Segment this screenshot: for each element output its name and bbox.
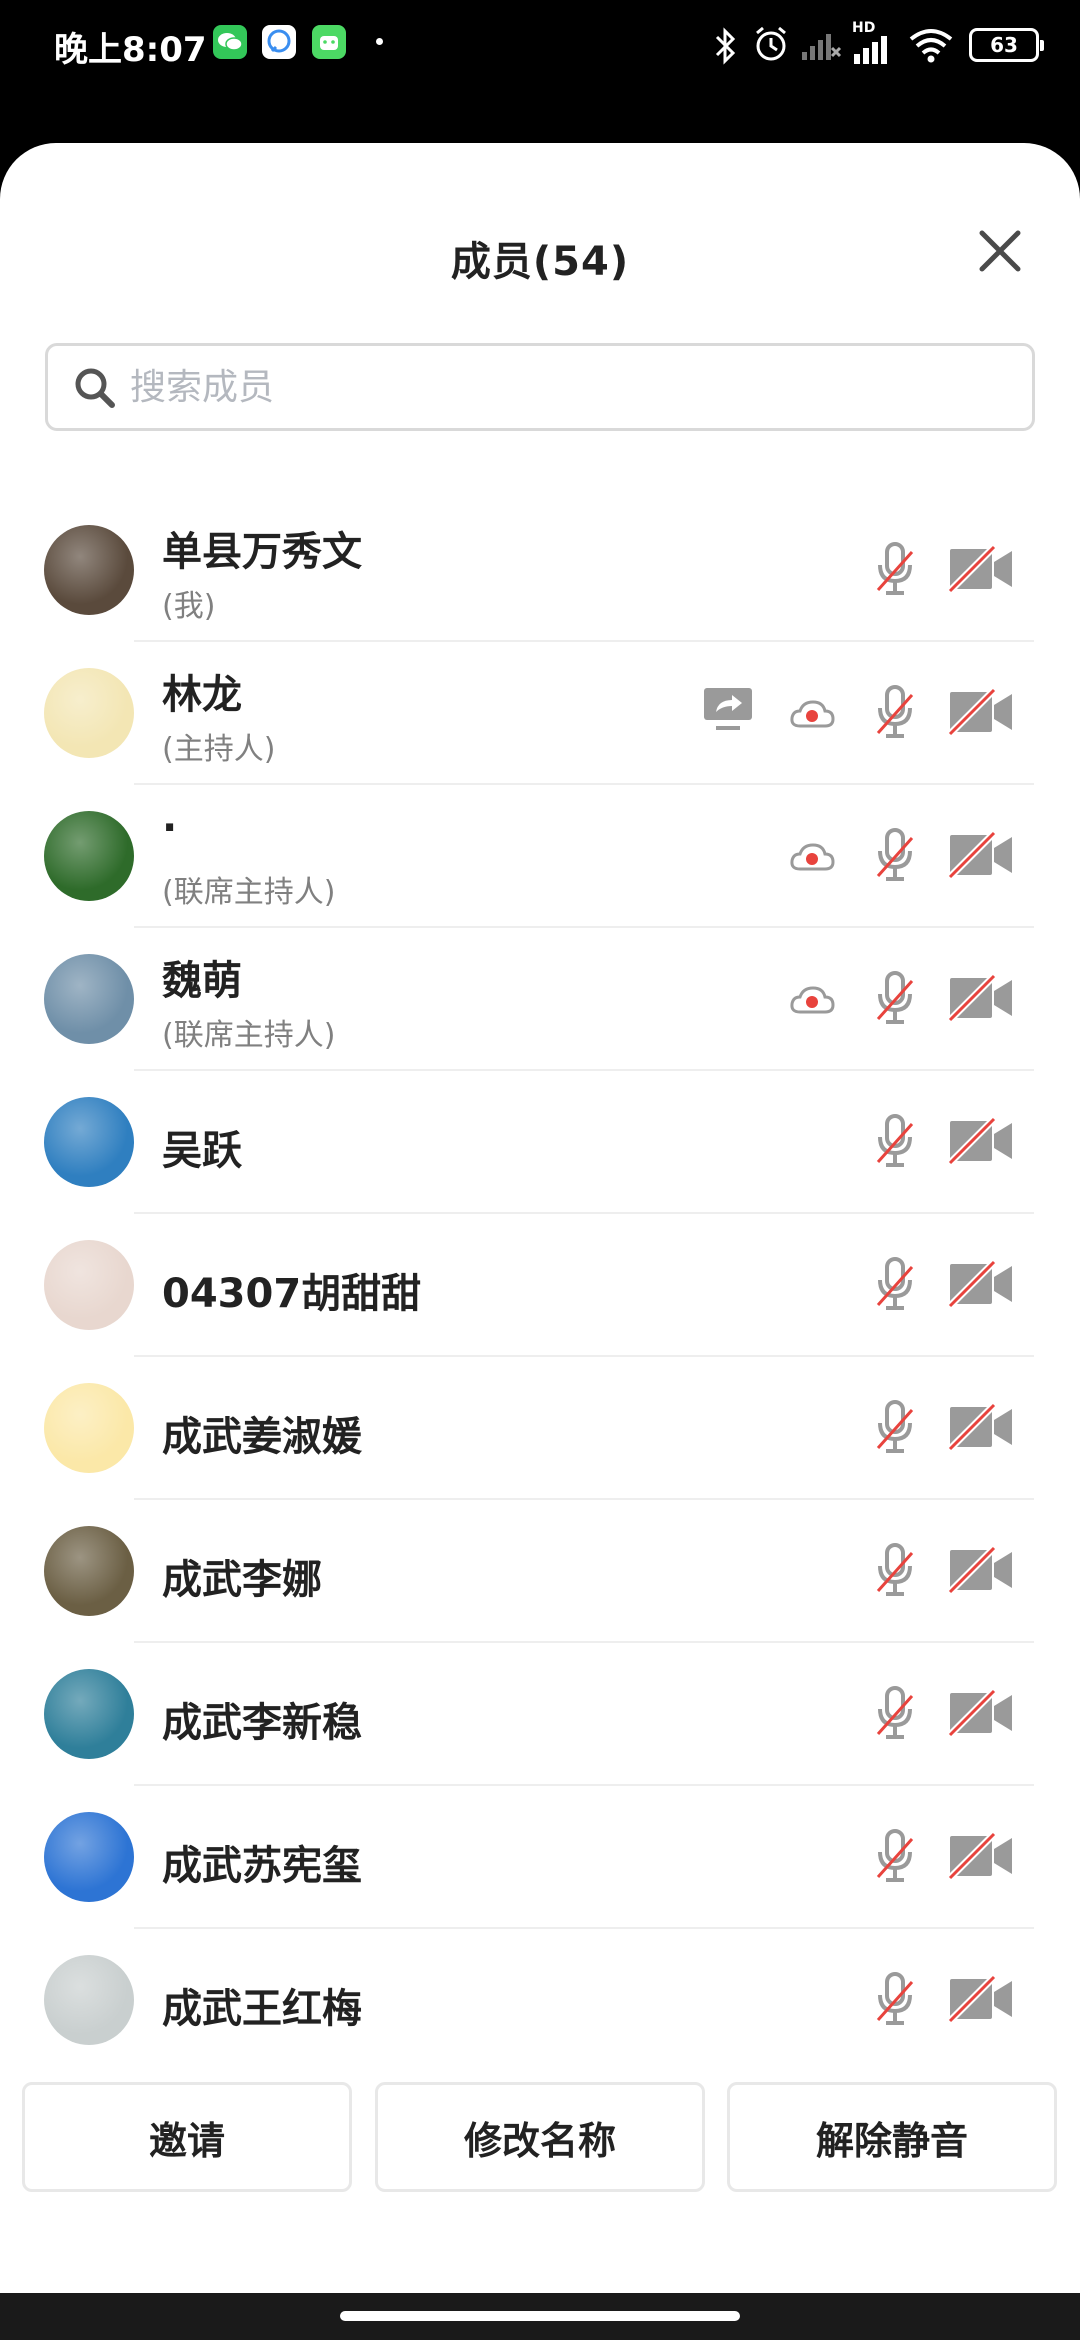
camera-off-icon[interactable] bbox=[947, 544, 1014, 597]
avatar bbox=[44, 1669, 134, 1759]
unmute-all-button[interactable]: 解除静音 bbox=[727, 2082, 1057, 2192]
mic-muted-icon[interactable] bbox=[874, 1256, 916, 1316]
mic-muted-icon[interactable] bbox=[874, 1542, 916, 1602]
battery-icon: 63 bbox=[969, 28, 1044, 62]
avatar bbox=[44, 954, 134, 1044]
camera-off-icon[interactable] bbox=[947, 1688, 1014, 1741]
mic-muted-icon[interactable] bbox=[874, 827, 916, 887]
search-icon bbox=[75, 368, 115, 408]
wifi-icon bbox=[909, 29, 953, 63]
camera-off-icon[interactable] bbox=[947, 1831, 1014, 1884]
mic-muted-icon[interactable] bbox=[874, 1828, 916, 1888]
avatar bbox=[44, 1812, 134, 1902]
mic-muted-icon[interactable] bbox=[874, 1113, 916, 1173]
member-role: (主持人) bbox=[162, 732, 276, 767]
wechat-icon bbox=[213, 25, 247, 59]
avatar bbox=[44, 1097, 134, 1187]
cloud-record-icon[interactable] bbox=[789, 841, 835, 877]
camera-off-icon[interactable] bbox=[947, 1974, 1014, 2027]
avatar bbox=[44, 1955, 134, 2045]
camera-off-icon[interactable] bbox=[947, 1545, 1014, 1598]
member-row[interactable]: 成武李新稳 bbox=[0, 1643, 1080, 1786]
app-icon bbox=[312, 25, 346, 59]
page-title: 成员(54) bbox=[450, 239, 630, 285]
member-row[interactable]: · (联席主持人) bbox=[0, 785, 1080, 928]
search-input[interactable] bbox=[130, 366, 990, 408]
member-name: 成武苏宪玺 bbox=[162, 1843, 362, 1889]
screen-share-icon[interactable] bbox=[702, 686, 754, 736]
member-role: (联席主持人) bbox=[162, 875, 336, 910]
member-role: (联席主持人) bbox=[162, 1018, 336, 1053]
alarm-icon bbox=[756, 26, 786, 61]
camera-off-icon[interactable] bbox=[947, 1402, 1014, 1455]
member-row[interactable]: 林龙 (主持人) bbox=[0, 642, 1080, 785]
signal-icon bbox=[854, 36, 887, 64]
camera-off-icon[interactable] bbox=[947, 687, 1014, 740]
camera-off-icon[interactable] bbox=[947, 1116, 1014, 1169]
mic-muted-icon[interactable] bbox=[874, 684, 916, 744]
member-name: 04307胡甜甜 bbox=[162, 1271, 422, 1317]
member-name: 吴跃 bbox=[162, 1128, 242, 1174]
camera-off-icon[interactable] bbox=[947, 830, 1014, 883]
member-row[interactable]: 吴跃 bbox=[0, 1071, 1080, 1214]
member-row[interactable]: 成武李娜 bbox=[0, 1500, 1080, 1643]
avatar bbox=[44, 811, 134, 901]
rename-button[interactable]: 修改名称 bbox=[375, 2082, 705, 2192]
member-role: (我) bbox=[162, 589, 216, 624]
battery-level: 63 bbox=[990, 33, 1018, 57]
cloud-record-icon[interactable] bbox=[789, 698, 835, 734]
mic-muted-icon[interactable] bbox=[874, 1399, 916, 1459]
member-name: 魏萌 bbox=[162, 958, 242, 1004]
member-row[interactable]: 单县万秀文 (我) bbox=[0, 499, 1080, 642]
avatar bbox=[44, 1526, 134, 1616]
mic-muted-icon[interactable] bbox=[874, 1685, 916, 1745]
mic-muted-icon[interactable] bbox=[874, 541, 916, 601]
home-indicator[interactable] bbox=[340, 2311, 740, 2321]
signal-x-icon bbox=[802, 34, 842, 60]
bluetooth-icon bbox=[715, 27, 736, 65]
status-time: 晚上8:07 bbox=[54, 30, 207, 70]
close-icon[interactable] bbox=[974, 225, 1026, 277]
footer-actions: 邀请 修改名称 解除静音 bbox=[0, 2082, 1080, 2192]
mic-muted-icon[interactable] bbox=[874, 970, 916, 1030]
notification-dot bbox=[376, 38, 383, 45]
chat-icon bbox=[262, 25, 296, 59]
camera-off-icon[interactable] bbox=[947, 1259, 1014, 1312]
camera-off-icon[interactable] bbox=[947, 973, 1014, 1026]
member-list: 单县万秀文 (我) 林龙 (主持人) · (联席主持人) 魏萌 (联席主持人) … bbox=[0, 499, 1080, 2072]
member-row[interactable]: 魏萌 (联席主持人) bbox=[0, 928, 1080, 1071]
avatar bbox=[44, 1240, 134, 1330]
member-row[interactable]: 成武姜淑媛 bbox=[0, 1357, 1080, 1500]
member-row[interactable]: 成武王红梅 bbox=[0, 1929, 1080, 2072]
avatar bbox=[44, 525, 134, 615]
avatar bbox=[44, 1383, 134, 1473]
members-sheet: 成员(54) 单县万秀文 (我) bbox=[0, 143, 1080, 2293]
member-name: 成武李娜 bbox=[162, 1557, 322, 1603]
search-box[interactable] bbox=[45, 343, 1035, 431]
member-row[interactable]: 成武苏宪玺 bbox=[0, 1786, 1080, 1929]
invite-button[interactable]: 邀请 bbox=[22, 2082, 352, 2192]
avatar bbox=[44, 668, 134, 758]
member-name: 成武姜淑媛 bbox=[162, 1414, 362, 1460]
member-name: · bbox=[162, 805, 178, 851]
mic-muted-icon[interactable] bbox=[874, 1971, 916, 2031]
member-name: 单县万秀文 bbox=[162, 529, 362, 575]
member-name: 成武王红梅 bbox=[162, 1986, 362, 2032]
status-bar: 晚上8:07 HD 63 bbox=[0, 0, 1080, 96]
member-name: 成武李新稳 bbox=[162, 1700, 362, 1746]
member-row[interactable]: 04307胡甜甜 bbox=[0, 1214, 1080, 1357]
cloud-record-icon[interactable] bbox=[789, 984, 835, 1020]
member-name: 林龙 bbox=[162, 672, 242, 718]
navigation-bar bbox=[0, 2293, 1080, 2340]
